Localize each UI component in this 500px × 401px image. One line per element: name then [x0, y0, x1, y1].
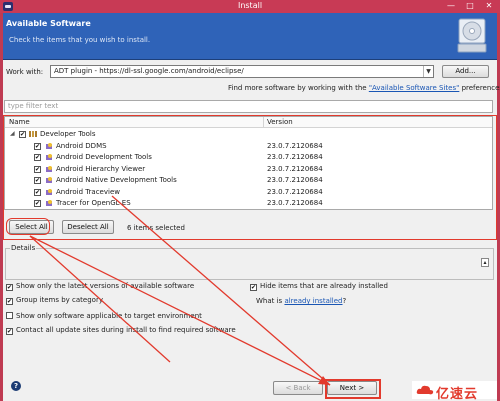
add-site-button[interactable]: Add...: [442, 65, 489, 78]
already-installed-link[interactable]: already installed: [284, 297, 342, 305]
close-button[interactable]: ✕: [480, 0, 498, 13]
available-sites-link[interactable]: "Available Software Sites": [369, 84, 460, 92]
minimize-button[interactable]: —: [442, 0, 460, 13]
details-group: Details ▴: [5, 244, 494, 280]
option-contact-sites[interactable]: ✔ Contact all update sites during install…: [6, 326, 236, 335]
page-title: Available Software: [6, 19, 91, 28]
work-with-label: Work with:: [6, 68, 44, 76]
page-subtitle: Check the items that you wish to install…: [9, 36, 151, 44]
chevron-down-icon[interactable]: ▼: [423, 66, 433, 77]
option-checkbox[interactable]: ✔: [6, 284, 13, 291]
maximize-button[interactable]: □: [461, 0, 479, 13]
tree-highlight-box: [3, 115, 497, 240]
what-is-installed: What is already installed?: [256, 297, 346, 305]
back-button[interactable]: < Back: [273, 381, 323, 395]
hint-prefix: Find more software by working with the: [228, 84, 369, 92]
option-group-by-category[interactable]: ✔ Group items by category: [6, 296, 103, 305]
option-checkbox[interactable]: [6, 312, 13, 319]
wizard-banner: Available Software Check the items that …: [3, 13, 497, 60]
what-is-suffix: ?: [342, 297, 347, 305]
option-checkbox[interactable]: ✔: [250, 284, 257, 291]
option-latest-versions[interactable]: ✔ Show only the latest versions of availa…: [6, 282, 195, 291]
cloud-logo-icon: [416, 385, 434, 395]
watermark-text: 亿速云: [436, 387, 479, 401]
title-bar: Install — □ ✕: [0, 0, 500, 13]
option-checkbox[interactable]: ✔: [6, 298, 13, 305]
help-icon[interactable]: ?: [11, 381, 21, 391]
option-label: Show only the latest versions of availab…: [16, 282, 195, 290]
install-cd-icon: [457, 18, 487, 53]
filter-input[interactable]: type filter text: [4, 100, 493, 113]
option-label: Group items by category: [16, 296, 103, 304]
details-scroll-icon[interactable]: ▴: [481, 258, 489, 267]
option-label: Show only software applicable to target …: [16, 312, 202, 320]
option-checkbox[interactable]: ✔: [6, 328, 13, 335]
work-with-combo[interactable]: ADT plugin - https://dl-ssl.google.com/a…: [50, 65, 434, 78]
find-more-hint: Find more software by working with the "…: [228, 84, 500, 92]
hint-suffix: preferences.: [461, 84, 500, 92]
window-title: Install: [237, 1, 263, 10]
what-is-prefix: What is: [256, 297, 285, 305]
option-label: Hide items that are already installed: [260, 282, 388, 290]
next-highlight-box: [325, 379, 381, 399]
option-target-environment[interactable]: Show only software applicable to target …: [6, 311, 202, 320]
option-hide-installed[interactable]: ✔ Hide items that are already installed: [250, 282, 388, 291]
option-label: Contact all update sites during install …: [16, 326, 236, 334]
details-legend: Details: [10, 244, 37, 252]
watermark: 亿速云: [412, 381, 497, 401]
work-with-value: ADT plugin - https://dl-ssl.google.com/a…: [54, 67, 244, 75]
